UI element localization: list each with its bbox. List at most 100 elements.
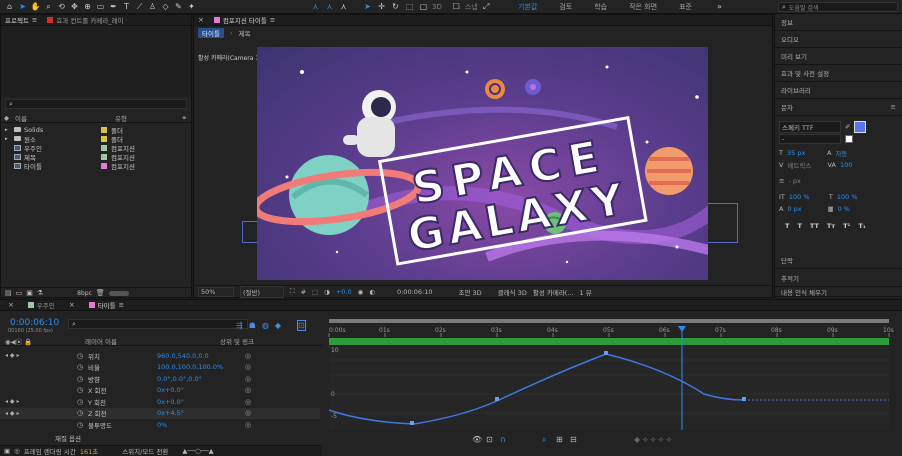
flowchart-icon[interactable]: ⚭ [182, 114, 187, 122]
comp-canvas[interactable]: SPACE GALAXY [257, 47, 708, 280]
stopwatch-icon[interactable]: ◷ [77, 386, 83, 394]
pickwhip-icon[interactable]: ◎ [245, 363, 251, 371]
breadcrumb-title[interactable]: 타이틀 [198, 28, 224, 38]
font-size-value[interactable]: 35 px [787, 149, 823, 157]
axis-local-icon[interactable]: ⋏ [310, 1, 321, 13]
property-value[interactable]: 100.0,100.0,100.0% [157, 363, 223, 371]
rotate-3d-icon[interactable]: ↻ [390, 1, 401, 13]
type-tool-icon[interactable]: T [121, 1, 132, 13]
breadcrumb-subtitle[interactable]: 제목 [239, 28, 251, 38]
kerning-value[interactable]: 메트릭스 [787, 160, 823, 170]
tab-timeline-title[interactable]: 타이틀 ≡ [88, 300, 124, 310]
material-options[interactable]: 재질 옵션 [55, 433, 81, 443]
hand-tool-icon[interactable]: ✋ [30, 1, 41, 13]
move-3d-icon[interactable]: ✛ [376, 1, 387, 13]
col-parent-link[interactable]: 상위 및 링크 [220, 336, 254, 346]
grid-icon[interactable]: # [301, 288, 306, 296]
snapshot-icon[interactable]: ◉ [358, 288, 364, 296]
close-icon[interactable]: × [8, 301, 14, 309]
label-color-swatch[interactable] [101, 135, 107, 142]
col-type[interactable]: 유형 [115, 113, 127, 123]
col-name[interactable]: 이름 [15, 113, 115, 123]
horizontal-scale-value[interactable]: 100 % [837, 193, 858, 201]
help-search-input[interactable]: ⌕ 도움말 검색 [778, 2, 898, 12]
zoom-slider[interactable]: ▲──○──▲ [182, 447, 213, 455]
snap-options-icon[interactable]: ⤢ [481, 1, 492, 13]
property-value[interactable]: 0x+0.0° [157, 398, 184, 406]
content-aware-fill-panel[interactable]: 내용 인식 채우기 [775, 287, 902, 297]
interpret-footage-icon[interactable]: ▤ [5, 289, 12, 297]
project-search-input[interactable]: ⌕ [5, 99, 187, 109]
home-icon[interactable]: ⌂ [4, 1, 15, 13]
keyframe-nav-icon[interactable]: ◂ ◆ ▸ [5, 398, 19, 405]
col-layer-name[interactable]: 레이어 이름 [85, 336, 117, 346]
toggle-switches-modes[interactable]: 스위치/모드 전환 [122, 446, 168, 456]
thumbnail-size-slider[interactable] [108, 290, 129, 296]
pickwhip-icon[interactable]: ◎ [245, 409, 251, 417]
new-folder-icon[interactable]: ▭ [16, 289, 23, 297]
selection-tool-icon[interactable]: ➤ [17, 1, 28, 13]
label-color-swatch[interactable] [101, 153, 107, 160]
workspace-standard[interactable]: 표준 [679, 2, 692, 12]
workspace-more-icon[interactable]: » [714, 1, 725, 13]
snap-checkbox[interactable]: ☐ [451, 1, 462, 13]
expand-icon[interactable]: ▸ [5, 127, 11, 133]
zoom-select[interactable]: 50% [198, 286, 234, 297]
right-panel-item[interactable]: 미리 보기 [775, 48, 902, 65]
box-icon[interactable]: ▢ [418, 1, 429, 13]
graph-editor-icon[interactable]: ⊡ [297, 320, 306, 331]
property-row[interactable]: ◷ 비율 100.0,100.0,100.0% ◎ [0, 362, 320, 373]
baseline-value[interactable]: 0 px [787, 205, 823, 213]
stopwatch-icon[interactable]: ◷ [77, 375, 83, 383]
resolution-select[interactable]: (절반) [240, 285, 284, 298]
draft-3d-icon[interactable]: ◆ [275, 321, 281, 330]
stopwatch-icon[interactable]: ◷ [77, 409, 83, 417]
tab-effect-controls[interactable]: 효과 컨트롤 카메라_레이 [47, 15, 124, 25]
menu-icon[interactable]: ≡ [270, 16, 275, 24]
layer-search-input[interactable]: ⌕ [68, 319, 248, 329]
pickwhip-icon[interactable]: ◎ [245, 398, 251, 406]
pickwhip-icon[interactable]: ◎ [245, 421, 251, 429]
paragraph-panel[interactable]: 단락 [775, 252, 902, 269]
render-time-icon[interactable]: ◎ [14, 447, 20, 455]
property-row[interactable]: ◷ 방향 0.0°,0.0°,0.0° ◎ [0, 373, 320, 384]
property-row[interactable]: ◂ ◆ ▸ ◷ 위치 960.0,540.0,0.0 ◎ [0, 350, 320, 361]
toggle-panes-icon[interactable]: ▣ [4, 447, 10, 455]
tracking-value[interactable]: 100 [840, 161, 852, 169]
right-panel-item[interactable]: 라이브러리 [775, 82, 902, 99]
axis-view-icon[interactable]: ⋏ [338, 1, 349, 13]
tab-timeline-astronaut[interactable]: 우주인 [27, 300, 55, 310]
property-row[interactable]: ◂ ◆ ▸ ◷ Z 회전 0x+4.5° ◎ [0, 407, 320, 419]
stroke-color-swatch[interactable] [845, 135, 853, 143]
project-item[interactable]: 타이틀 컴포지션 [1, 161, 191, 171]
workspace-review[interactable]: 검토 [559, 2, 572, 12]
eraser-tool-icon[interactable]: ◇ [160, 1, 171, 13]
faux-bold-button[interactable]: T [785, 222, 789, 230]
all-caps-button[interactable]: TT [810, 222, 819, 230]
tracker-panel[interactable]: 추적기 [775, 270, 902, 287]
character-panel-header[interactable]: 문자 ≡ [775, 99, 902, 116]
delete-icon[interactable]: 🗑 [96, 289, 105, 297]
workspace-learn[interactable]: 학습 [594, 2, 607, 12]
menu-icon[interactable]: ≡ [119, 301, 124, 309]
menu-icon[interactable]: ≡ [891, 103, 896, 111]
keyframe-nav-icon[interactable]: ◂ ◆ ▸ [5, 410, 19, 417]
color-depth-label[interactable]: 8bpc [77, 290, 92, 297]
property-value[interactable]: 0x+0.0° [157, 386, 184, 394]
leading-value[interactable]: 자동 [835, 148, 847, 158]
faux-italic-button[interactable]: T [797, 222, 801, 230]
property-row[interactable]: ◷ 불투명도 0% ◎ [0, 419, 320, 430]
shy-layers-icon[interactable]: ⇶ [236, 321, 243, 330]
new-comp-icon[interactable]: ▣ [26, 289, 33, 297]
font-family-select[interactable]: 스페키 TTF [779, 121, 841, 133]
property-value[interactable]: 960.0,540.0,0.0 [157, 352, 209, 360]
property-row[interactable]: ◂ ◆ ▸ ◷ Y 회전 0x+0.0° ◎ [0, 396, 320, 407]
stopwatch-icon[interactable]: ◷ [77, 398, 83, 406]
rotate-tool-icon[interactable]: ⟲ [56, 1, 67, 13]
frame-blend-icon[interactable]: ☗ [249, 321, 256, 330]
property-row[interactable]: ◷ X 회전 0x+0.0° ◎ [0, 385, 320, 396]
pen-tool-icon[interactable]: ✒ [108, 1, 119, 13]
select-3d-icon[interactable]: ➤ [362, 1, 373, 13]
menu-icon[interactable]: ≡ [32, 16, 37, 24]
label-color-swatch[interactable] [101, 162, 107, 169]
